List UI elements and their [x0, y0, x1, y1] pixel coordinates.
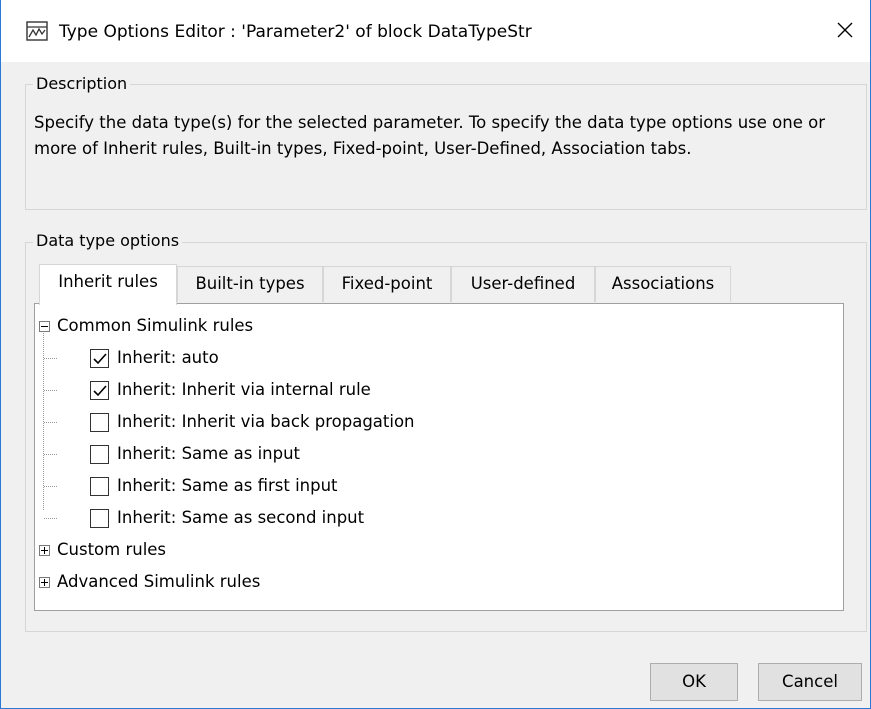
cancel-button[interactable]: Cancel [758, 663, 862, 701]
close-button[interactable] [820, 10, 870, 54]
tree-item-same-as-first-input[interactable]: Inherit: Same as first input [35, 470, 843, 502]
inherit-internal-rule-checkbox[interactable] [90, 381, 109, 400]
tree-connector-line [44, 358, 57, 359]
close-icon [836, 21, 854, 43]
tree-group-custom-rules[interactable]: Custom rules [35, 534, 843, 566]
tab-associations[interactable]: Associations [595, 266, 731, 302]
tree-group-common-simulink-rules[interactable]: Common Simulink rules [35, 310, 843, 342]
tree-item-same-as-input[interactable]: Inherit: Same as input [35, 438, 843, 470]
tree-item-label: Inherit: Inherit via internal rule [117, 380, 371, 399]
data-type-options-legend: Data type options [33, 231, 183, 251]
tree-item-label: Inherit: Same as input [117, 444, 301, 463]
tab-inherit-rules[interactable]: Inherit rules [39, 264, 177, 305]
tree-connector-line [44, 390, 57, 391]
same-as-first-input-checkbox[interactable] [90, 477, 109, 496]
tree-connector-line [44, 454, 57, 455]
description-text: Specify the data type(s) for the selecte… [34, 113, 825, 158]
tree-item-inherit-back-propagation[interactable]: Inherit: Inherit via back propagation [35, 406, 843, 438]
tree-item-label: Inherit: Same as second input [117, 508, 365, 527]
same-as-input-checkbox[interactable] [90, 445, 109, 464]
inherit-rules-tree[interactable]: Common Simulink rules Inherit: auto Inhe… [34, 303, 844, 611]
same-as-second-input-checkbox[interactable] [90, 509, 109, 528]
window-title: Type Options Editor : 'Parameter2' of bl… [59, 22, 532, 42]
collapse-icon[interactable] [39, 321, 50, 332]
title-bar[interactable]: Type Options Editor : 'Parameter2' of bl… [1, 0, 870, 62]
tree-group-label: Advanced Simulink rules [57, 572, 261, 591]
tree-connector-line [44, 422, 57, 423]
expand-icon[interactable] [39, 545, 50, 556]
tree-group-label: Common Simulink rules [57, 316, 254, 335]
tree-item-label: Inherit: Inherit via back propagation [117, 412, 415, 431]
inherit-auto-checkbox[interactable] [90, 349, 109, 368]
ok-button[interactable]: OK [650, 663, 738, 701]
tab-user-defined[interactable]: User-defined [451, 266, 595, 302]
tree-group-advanced-simulink-rules[interactable]: Advanced Simulink rules [35, 566, 843, 598]
type-options-editor-window: Type Options Editor : 'Parameter2' of bl… [0, 0, 871, 709]
tree-item-inherit-internal-rule[interactable]: Inherit: Inherit via internal rule [35, 374, 843, 406]
simulink-block-icon [26, 21, 48, 41]
inherit-back-propagation-checkbox[interactable] [90, 413, 109, 432]
expand-icon[interactable] [39, 577, 50, 588]
tree-item-label: Inherit: auto [117, 348, 219, 367]
tree-item-same-as-second-input[interactable]: Inherit: Same as second input [35, 502, 843, 534]
tree-item-label: Inherit: Same as first input [117, 476, 338, 495]
tab-built-in-types[interactable]: Built-in types [177, 266, 323, 302]
tree-group-label: Custom rules [57, 540, 167, 559]
description-legend: Description [33, 74, 131, 94]
tree-item-inherit-auto[interactable]: Inherit: auto [35, 342, 843, 374]
tab-fixed-point[interactable]: Fixed-point [323, 266, 451, 302]
tree-connector-line [44, 518, 57, 519]
tree-connector-line [44, 486, 57, 487]
